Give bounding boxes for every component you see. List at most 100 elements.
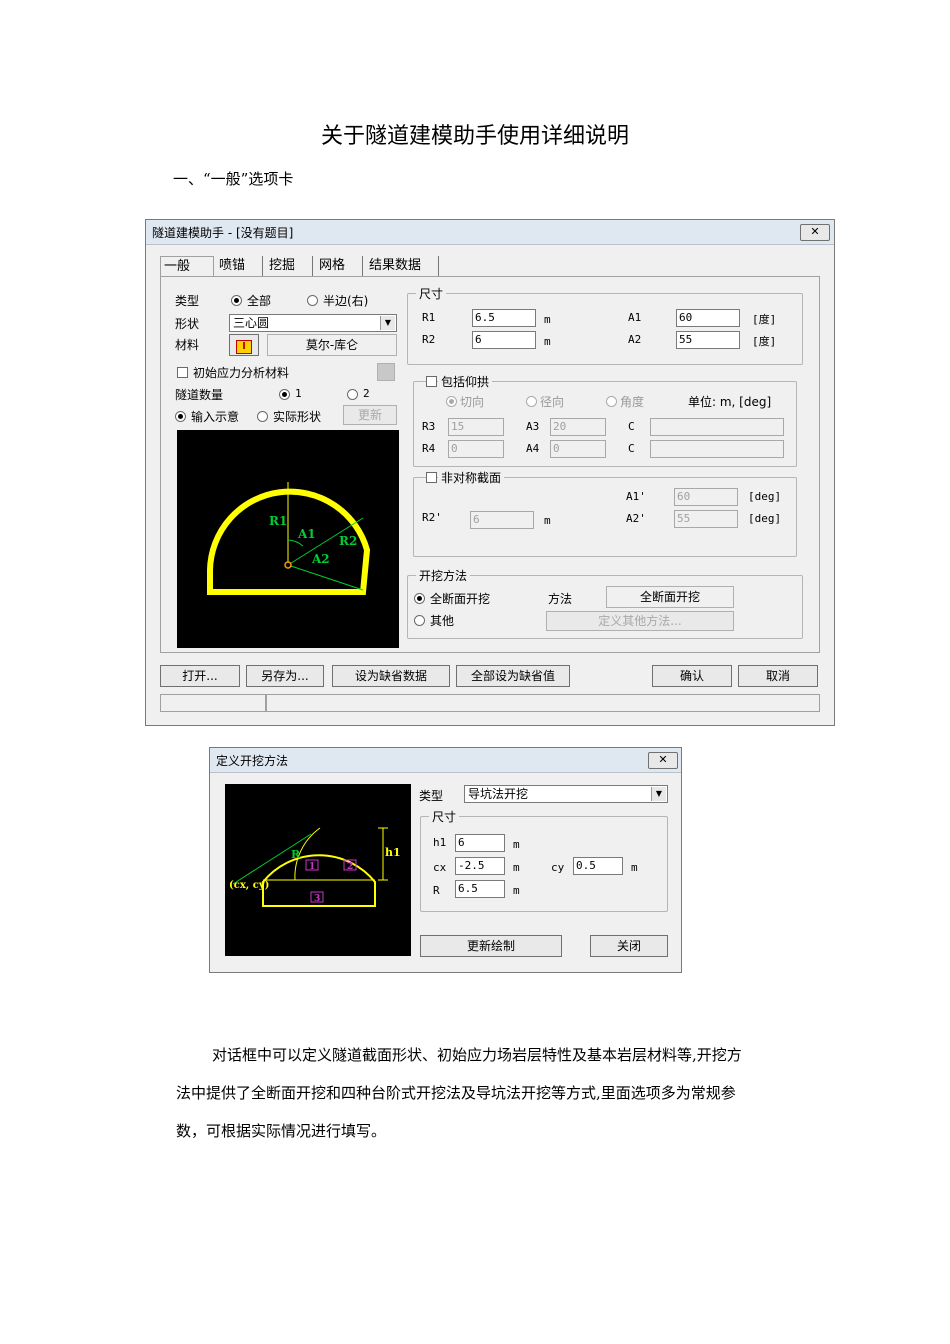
excavation-preview-drawing: 1 2 3 R h1 (cx, cy) bbox=[229, 827, 401, 907]
radial-radio[interactable] bbox=[526, 396, 537, 407]
initial-stress-label: 初始应力分析材料 bbox=[193, 366, 290, 380]
a1-prime-input[interactable]: 60 bbox=[674, 488, 738, 506]
initial-stress-checkbox[interactable] bbox=[177, 367, 188, 378]
a2-prime-input[interactable]: 55 bbox=[674, 510, 738, 528]
r1-unit: m bbox=[544, 313, 551, 326]
shape-select-value: 三心圆 bbox=[233, 316, 270, 330]
r-unit: m bbox=[513, 884, 520, 897]
r2-prime-label: R2' bbox=[422, 511, 442, 524]
r4-input[interactable]: 0 bbox=[448, 440, 504, 458]
tunnel-count-1-radio[interactable] bbox=[279, 389, 290, 400]
other-method-radio[interactable] bbox=[414, 615, 425, 626]
close-icon[interactable]: ✕ bbox=[648, 752, 678, 769]
general-tab-panel: 类型 全部 半边(右) 形状 三心圆 ▼ 材料 I 莫尔-库仑 初始应力分析材料… bbox=[160, 276, 820, 653]
close-button[interactable]: 关闭 bbox=[590, 935, 668, 957]
excavation-type-select[interactable]: 导坑法开挖 ▼ bbox=[464, 785, 668, 803]
material-button[interactable]: I bbox=[229, 334, 259, 356]
tab-shotcrete[interactable]: 喷锚 bbox=[216, 256, 263, 276]
r2-prime-input[interactable]: 6 bbox=[470, 511, 534, 529]
a1-prime-label: A1' bbox=[626, 490, 646, 503]
cx-input[interactable]: -2.5 bbox=[455, 857, 505, 875]
center-point bbox=[284, 561, 292, 569]
cy-label: cy bbox=[551, 861, 565, 874]
tangent-radio[interactable] bbox=[446, 396, 457, 407]
save-as-button[interactable]: 另存为... bbox=[246, 665, 324, 687]
a1-input[interactable]: 60 bbox=[676, 309, 740, 327]
a4-input[interactable]: 0 bbox=[550, 440, 606, 458]
cx-unit: m bbox=[513, 861, 520, 874]
a2-label: A2 bbox=[628, 333, 642, 346]
set-default-button[interactable]: 设为缺省数据 bbox=[332, 665, 450, 687]
unit-label: 单位: m, [deg] bbox=[688, 395, 772, 409]
chevron-down-icon: ▼ bbox=[651, 787, 666, 801]
h1-unit: m bbox=[513, 838, 520, 851]
tunnel-count-1-label: 1 bbox=[295, 387, 302, 400]
tab-mesh[interactable]: 网格 bbox=[316, 256, 363, 276]
material-value: 莫尔-库仑 bbox=[267, 334, 397, 356]
shape-select[interactable]: 三心圆 ▼ bbox=[229, 314, 397, 332]
other-method-label: 其他 bbox=[430, 614, 455, 628]
dialog-title: 隧道建模助手 - [没有题目] bbox=[152, 226, 294, 240]
tab-results[interactable]: 结果数据 bbox=[366, 256, 439, 276]
a2-input[interactable]: 55 bbox=[676, 331, 740, 349]
invert-group-title: 包括仰拱 bbox=[438, 373, 493, 390]
initial-stress-button[interactable] bbox=[377, 363, 395, 381]
tab-excavation[interactable]: 挖掘 bbox=[266, 256, 313, 276]
a1-text: A1 bbox=[297, 527, 316, 541]
all-default-button[interactable]: 全部设为缺省值 bbox=[456, 665, 570, 687]
a1-label: A1 bbox=[628, 311, 642, 324]
asymmetric-checkbox[interactable] bbox=[426, 472, 437, 483]
full-face-radio[interactable] bbox=[414, 593, 425, 604]
type-all-radio[interactable] bbox=[231, 295, 242, 306]
h1-text: h1 bbox=[385, 846, 401, 859]
a2-unit: [度] bbox=[752, 335, 777, 348]
type-label: 类型 bbox=[175, 294, 200, 308]
r2-prime-unit: m bbox=[544, 514, 551, 527]
angle-label: 角度 bbox=[620, 395, 645, 409]
update-button[interactable]: 更新 bbox=[343, 405, 397, 425]
c-label-1: C bbox=[628, 420, 635, 433]
type-half-radio[interactable] bbox=[307, 295, 318, 306]
tab-general[interactable]: 一般 bbox=[160, 256, 214, 277]
paragraph-line-1: 对话框中可以定义隧道截面形状、初始应力场岩层特性及基本岩层材料等,开挖方 bbox=[212, 1046, 742, 1064]
angle-radio[interactable] bbox=[606, 396, 617, 407]
type-all-label: 全部 bbox=[247, 294, 272, 308]
tunnel-assistant-dialog: 隧道建模助手 - [没有题目] ✕ 一般 喷锚 挖掘 网格 结果数据 类型 全部… bbox=[145, 219, 835, 726]
r1-text: R1 bbox=[269, 514, 287, 528]
r1-label: R1 bbox=[422, 311, 436, 324]
cy-unit: m bbox=[631, 861, 638, 874]
c-input-2[interactable] bbox=[650, 440, 784, 458]
actual-shape-radio[interactable] bbox=[257, 411, 268, 422]
ok-button[interactable]: 确认 bbox=[652, 665, 732, 687]
status-bar-right bbox=[266, 694, 820, 712]
cy-input[interactable]: 0.5 bbox=[573, 857, 623, 875]
r-text: R bbox=[291, 848, 301, 861]
size-group: 尺寸 R1 6.5 m R2 6 m A1 60 [度] A2 55 [度] bbox=[407, 285, 803, 365]
r-input[interactable]: 6.5 bbox=[455, 880, 505, 898]
a2-prime-unit: [deg] bbox=[748, 512, 782, 525]
input-sketch-radio[interactable] bbox=[175, 411, 186, 422]
cancel-button[interactable]: 取消 bbox=[738, 665, 818, 687]
close-icon[interactable]: ✕ bbox=[800, 224, 830, 241]
tangent-label: 切向 bbox=[460, 395, 485, 409]
material-label: 材料 bbox=[175, 338, 200, 352]
redraw-button[interactable]: 更新绘制 bbox=[420, 935, 562, 957]
tunnel-count-label: 隧道数量 bbox=[175, 388, 224, 402]
open-button[interactable]: 打开... bbox=[160, 665, 240, 687]
define-other-method-button[interactable]: 定义其他方法... bbox=[546, 611, 734, 631]
method-label: 方法 bbox=[548, 592, 573, 606]
status-bar-left bbox=[160, 694, 266, 712]
invert-checkbox[interactable] bbox=[426, 376, 437, 387]
c-input-1[interactable] bbox=[650, 418, 784, 436]
a2-line bbox=[287, 564, 364, 591]
r2-input[interactable]: 6 bbox=[472, 331, 536, 349]
h1-input[interactable]: 6 bbox=[455, 834, 505, 852]
part-2-label: 2 bbox=[347, 862, 353, 872]
a3-input[interactable]: 20 bbox=[550, 418, 606, 436]
a4-label: A4 bbox=[526, 442, 540, 455]
r3-input[interactable]: 15 bbox=[448, 418, 504, 436]
r4-label: R4 bbox=[422, 442, 436, 455]
actual-shape-label: 实际形状 bbox=[273, 410, 322, 424]
r1-input[interactable]: 6.5 bbox=[472, 309, 536, 327]
tunnel-count-2-radio[interactable] bbox=[347, 389, 358, 400]
